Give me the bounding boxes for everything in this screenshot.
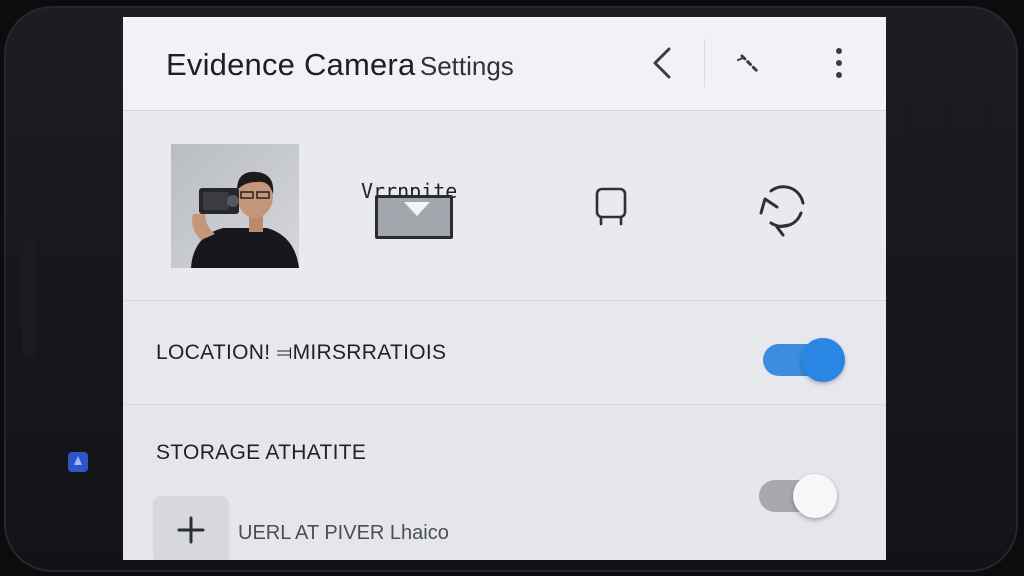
app-header: Evidence Camera Settings bbox=[123, 17, 886, 111]
storage-toggle-knob bbox=[793, 474, 837, 518]
location-toggle[interactable] bbox=[763, 338, 845, 382]
bezel-app-icon bbox=[68, 452, 88, 472]
plus-icon bbox=[177, 516, 205, 544]
camera-user-thumbnail[interactable] bbox=[171, 144, 299, 268]
back-button[interactable] bbox=[641, 41, 685, 85]
rotate-icon bbox=[759, 185, 805, 237]
location-label: LOCATION! ⫤MIRSRRATIOIS bbox=[156, 341, 447, 364]
bezel-texture bbox=[906, 48, 1016, 538]
magic-wand-button[interactable] bbox=[727, 41, 771, 85]
header-divider bbox=[704, 39, 705, 87]
back-chevron-icon bbox=[653, 47, 671, 79]
location-row[interactable]: LOCATION! ⫤MIRSRRATIOIS bbox=[123, 301, 886, 405]
title-main: Evidence Camera bbox=[166, 47, 416, 82]
storage-row[interactable]: STORAGE ATHATITE UERL AT PIVER Lhaico bbox=[123, 405, 886, 560]
media-row: Vrrnpite bbox=[123, 111, 886, 301]
add-storage-text: UERL AT PIVER Lhaico bbox=[238, 522, 449, 544]
wand-icon bbox=[737, 54, 760, 74]
settings-screen: Evidence Camera Settings Vrrnpite LOCATI… bbox=[123, 17, 886, 560]
overflow-menu-icon bbox=[836, 48, 842, 78]
crop-button[interactable] bbox=[589, 183, 633, 227]
title-sub: Settings bbox=[419, 51, 514, 81]
more-options-button[interactable] bbox=[817, 41, 861, 85]
add-storage-button[interactable] bbox=[153, 496, 229, 560]
person-with-camera-image bbox=[171, 144, 299, 268]
page-title: Evidence Camera Settings bbox=[166, 47, 514, 83]
video-frame-icon[interactable] bbox=[375, 195, 453, 239]
rotate-button[interactable] bbox=[749, 173, 815, 239]
storage-toggle[interactable] bbox=[759, 474, 839, 518]
location-toggle-knob bbox=[801, 338, 845, 382]
side-button bbox=[22, 238, 36, 358]
storage-label: STORAGE ATHATITE bbox=[156, 441, 367, 464]
crop-icon bbox=[595, 187, 627, 226]
